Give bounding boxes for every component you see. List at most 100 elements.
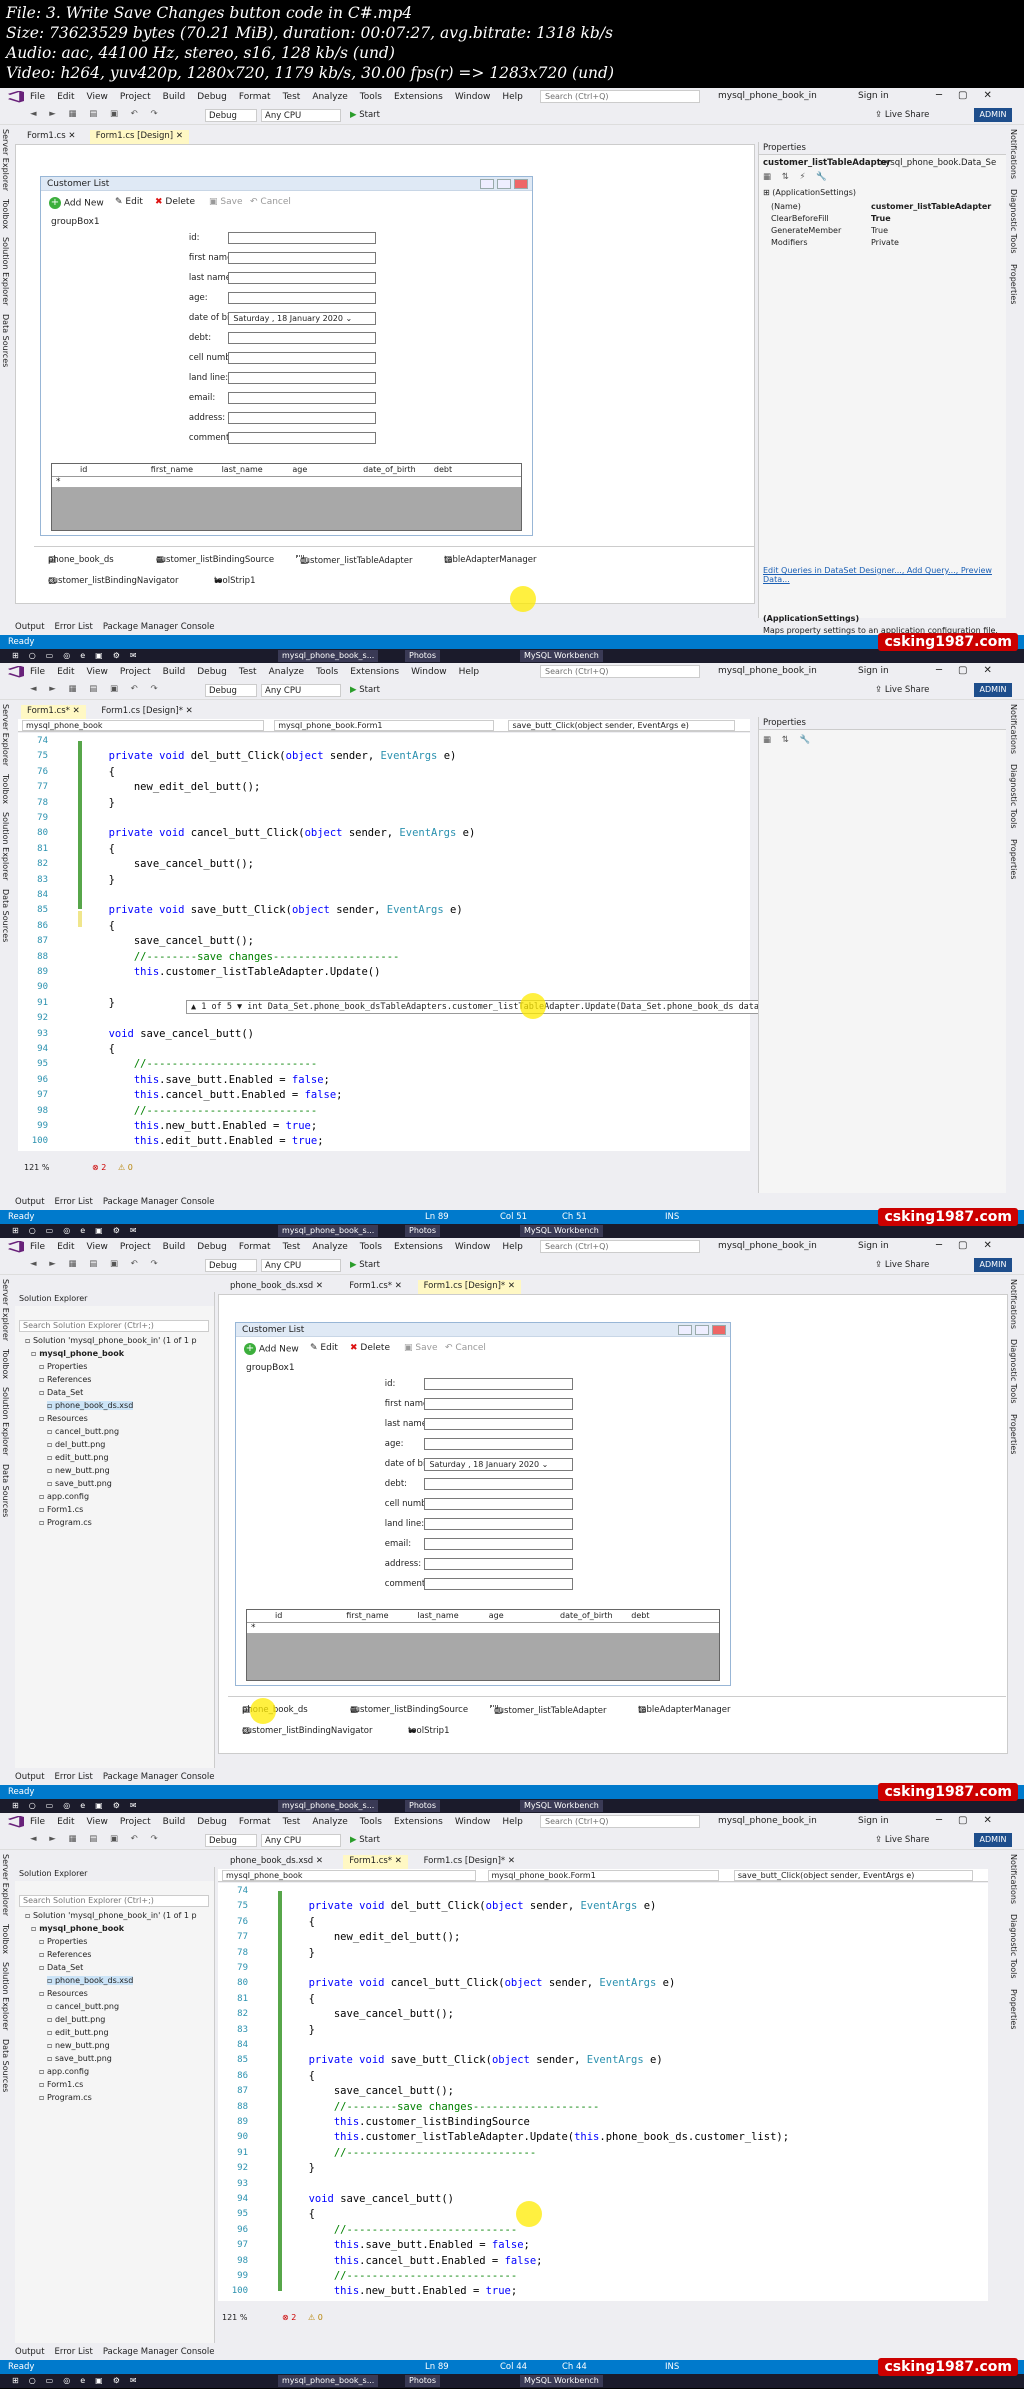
- project-nav-dropdown[interactable]: mysql_phone_book: [22, 720, 264, 731]
- start-button[interactable]: ▶ Start: [350, 1260, 380, 1270]
- bottom-tab[interactable]: Package Manager Console: [103, 2347, 215, 2357]
- grid-column-header[interactable]: date_of_birth: [363, 465, 416, 474]
- menu-item[interactable]: Build: [163, 667, 186, 677]
- code-line[interactable]: void save_cancel_butt(): [58, 1028, 254, 1040]
- add-new-button[interactable]: + Add New: [244, 1343, 299, 1355]
- search-box[interactable]: Search (Ctrl+Q): [540, 1815, 700, 1828]
- field-input[interactable]: [424, 1418, 574, 1430]
- menu-item[interactable]: Format: [239, 1817, 271, 1827]
- solution-item[interactable]: ▫ edit_butt.png: [47, 1453, 109, 1462]
- error-count[interactable]: ⊗ 2: [282, 2313, 296, 2322]
- warning-count[interactable]: ⚠ 0: [118, 1163, 133, 1172]
- code-line[interactable]: {: [58, 1043, 115, 1055]
- solution-item[interactable]: ▫ Properties: [39, 1937, 87, 1946]
- menu-item[interactable]: View: [87, 1817, 108, 1827]
- taskbar-vs[interactable]: mysql_phone_book_s...: [278, 650, 379, 662]
- warning-count[interactable]: ⚠ 0: [308, 2313, 323, 2322]
- close-icon[interactable]: ✕: [395, 1281, 402, 1291]
- code-line[interactable]: private void del_butt_Click(object sende…: [58, 750, 457, 762]
- solution-item[interactable]: ▫ Form1.cs: [39, 1505, 83, 1514]
- code-line[interactable]: }: [58, 797, 115, 809]
- bottom-tab[interactable]: Output: [15, 1197, 45, 1207]
- customer-data-grid[interactable]: id first_name last_name age date_of_birth deb…: [246, 1609, 720, 1681]
- right-panel-tab[interactable]: Diagnostic Tools: [1009, 1339, 1018, 1404]
- grid-column-header[interactable]: age: [292, 465, 307, 474]
- solution-search[interactable]: Search Solution Explorer (Ctrl+;): [19, 1320, 209, 1332]
- code-line[interactable]: //---------------------------: [58, 1105, 317, 1117]
- code-line[interactable]: //---------------------------: [58, 1058, 317, 1070]
- code-line[interactable]: this.edit_butt.Enabled = true;: [58, 1135, 324, 1147]
- menu-item[interactable]: Analyze: [312, 92, 347, 102]
- menu-item[interactable]: Help: [502, 1242, 523, 1252]
- left-panel-tab[interactable]: Toolbox: [1, 1924, 10, 1954]
- close-icon[interactable]: ✕: [73, 706, 80, 716]
- cancel-button[interactable]: ↶ Cancel: [250, 197, 291, 207]
- left-panel-tab[interactable]: Data Sources: [1, 889, 10, 942]
- search-box[interactable]: Search (Ctrl+Q): [540, 1240, 700, 1253]
- field-input[interactable]: [228, 372, 377, 384]
- menu-item[interactable]: Project: [120, 667, 151, 677]
- left-panel-tab[interactable]: Toolbox: [1, 199, 10, 229]
- code-line[interactable]: this.customer_listTableAdapter.Update(): [58, 966, 381, 978]
- code-line[interactable]: this.customer_listBindingSource: [258, 2116, 530, 2128]
- left-panel-tab[interactable]: Solution Explorer: [1, 812, 10, 880]
- platform-dropdown[interactable]: Any CPU: [261, 109, 341, 122]
- code-line[interactable]: {: [258, 1916, 315, 1928]
- code-line[interactable]: {: [58, 920, 115, 932]
- toolbar-icons[interactable]: ◄ ► ▦ ▤ ▣ ↶ ↷: [30, 109, 163, 119]
- cancel-button[interactable]: ↶ Cancel: [445, 1343, 486, 1353]
- menu-item[interactable]: File: [30, 1242, 45, 1252]
- search-box[interactable]: Search (Ctrl+Q): [540, 665, 700, 678]
- start-button[interactable]: ▶ Start: [350, 110, 380, 120]
- taskbar-mysql[interactable]: MySQL Workbench: [520, 2375, 603, 2387]
- right-panel-tab[interactable]: Diagnostic Tools: [1009, 764, 1018, 829]
- left-panel-tab[interactable]: Server Explorer: [1, 129, 10, 191]
- document-tab[interactable]: phone_book_ds.xsd ✕: [224, 1855, 329, 1869]
- bottom-tab[interactable]: Error List: [55, 1197, 93, 1207]
- code-line[interactable]: {: [58, 843, 115, 855]
- code-line[interactable]: new_edit_del_butt();: [258, 1931, 460, 1943]
- config-dropdown[interactable]: Debug: [205, 1259, 257, 1272]
- document-tab[interactable]: Form1.cs [Design]* ✕: [417, 1280, 521, 1294]
- menu-item[interactable]: Test: [283, 1817, 301, 1827]
- config-dropdown[interactable]: Debug: [205, 1834, 257, 1847]
- grid-column-header[interactable]: last_name: [222, 465, 263, 474]
- member-nav-dropdown[interactable]: save_butt_Click(object sender, EventArgs…: [733, 1870, 973, 1881]
- field-input[interactable]: [228, 352, 377, 364]
- field-input[interactable]: [228, 412, 377, 424]
- taskbar-pinned-icons[interactable]: ⊞○▭◎e▣⚙✉: [8, 2375, 151, 2387]
- field-input[interactable]: [424, 1578, 574, 1590]
- menu-item[interactable]: Window: [455, 1817, 491, 1827]
- menu-item[interactable]: Debug: [197, 1242, 227, 1252]
- solution-item[interactable]: ▫ Data_Set: [39, 1388, 83, 1397]
- bottom-tab[interactable]: Package Manager Console: [103, 622, 215, 632]
- right-panel-tab[interactable]: Diagnostic Tools: [1009, 189, 1018, 254]
- property-name[interactable]: (Name): [771, 202, 801, 211]
- menu-item[interactable]: Test: [283, 1242, 301, 1252]
- right-panel-tab[interactable]: Notifications: [1009, 129, 1018, 179]
- code-line[interactable]: private void save_butt_Click(object send…: [258, 2054, 663, 2066]
- right-panel-tab[interactable]: Properties: [1009, 264, 1018, 304]
- close-icon[interactable]: [514, 179, 528, 189]
- window-controls[interactable]: ─▢✕: [936, 1240, 1008, 1251]
- property-value[interactable]: Private: [871, 238, 899, 247]
- properties-group[interactable]: ⊞ (ApplicationSettings): [763, 188, 856, 197]
- class-nav-dropdown[interactable]: mysql_phone_book.Form1: [274, 720, 494, 731]
- document-tab[interactable]: Form1.cs* ✕: [343, 1855, 408, 1869]
- menu-item[interactable]: Edit: [57, 667, 74, 677]
- right-panel-tab[interactable]: Notifications: [1009, 704, 1018, 754]
- code-line[interactable]: }: [258, 1947, 315, 1959]
- solution-item[interactable]: ▫ mysql_phone_book: [31, 1349, 124, 1358]
- solution-item[interactable]: ▫ new_butt.png: [47, 2041, 110, 2050]
- sign-in-link[interactable]: Sign in: [858, 91, 889, 101]
- solution-item[interactable]: ▫ Solution 'mysql_phone_book_in' (1 of 1…: [25, 1336, 197, 1345]
- bottom-tab[interactable]: Error List: [55, 2347, 93, 2357]
- tray-table-adapter[interactable]: ▥ customer_listTableAdapter: [490, 1705, 606, 1716]
- menu-item[interactable]: Build: [163, 92, 186, 102]
- menu-item[interactable]: Test: [283, 92, 301, 102]
- right-panel-tab[interactable]: Properties: [1009, 1414, 1018, 1454]
- field-input[interactable]: [424, 1498, 574, 1510]
- menu-item[interactable]: Analyze: [269, 667, 304, 677]
- taskbar-photos[interactable]: Photos: [405, 650, 440, 662]
- property-value[interactable]: True: [871, 226, 888, 235]
